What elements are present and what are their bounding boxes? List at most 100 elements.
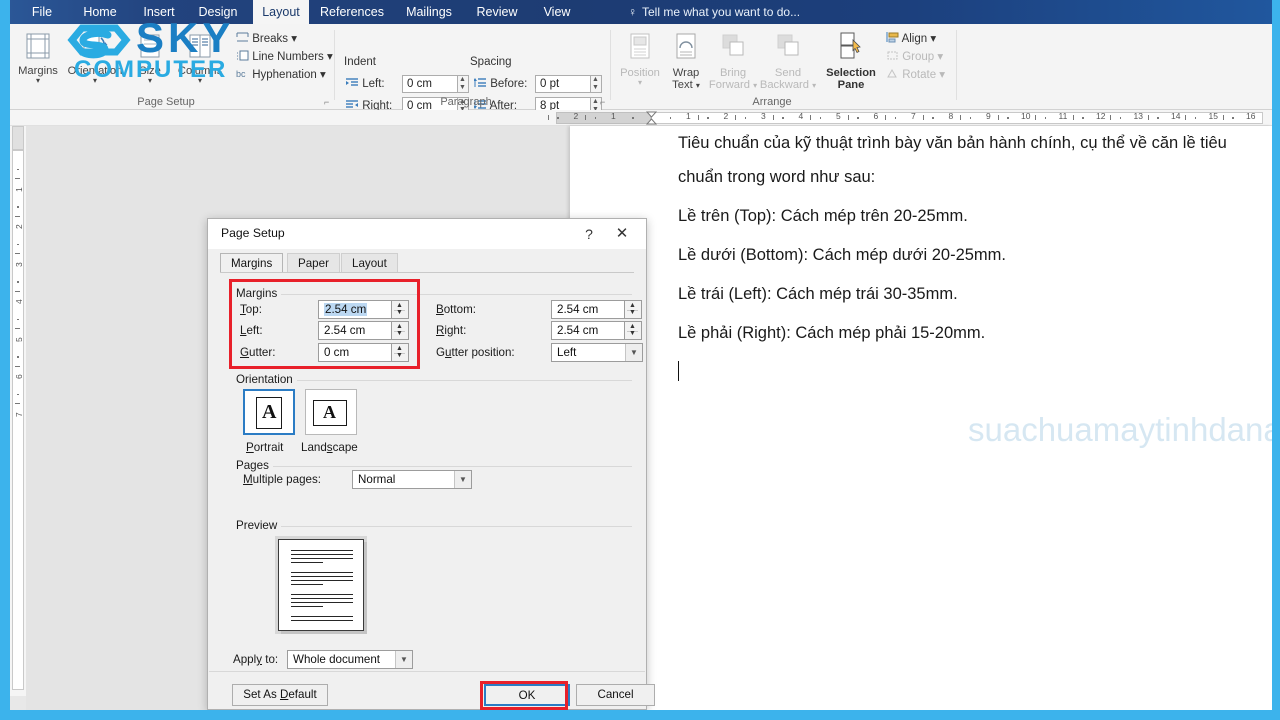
- tab-mailings[interactable]: Mailings: [398, 0, 460, 24]
- page-setup-dialog[interactable]: Page Setup ? ✕ Margins Paper Layout Marg…: [207, 218, 655, 710]
- group-label-paragraph: Paragraph: [440, 96, 492, 108]
- document-page[interactable]: suachuamaytinhdanang.com Tiêu chuẩn của …: [570, 126, 1272, 710]
- page-setup-dialog-launcher[interactable]: ⌐: [324, 97, 329, 107]
- tab-review[interactable]: Review: [470, 0, 524, 24]
- chevron-down-icon: ▾: [930, 33, 937, 45]
- tab-view[interactable]: View: [535, 0, 579, 24]
- spacing-before-input[interactable]: 0 pt: [535, 75, 591, 93]
- tab-layout[interactable]: Layout: [253, 0, 309, 24]
- ruler-dot: [1157, 117, 1159, 119]
- paragraph-dialog-launcher[interactable]: ⌐: [600, 97, 605, 107]
- ribbon-rotate-button[interactable]: Rotate ▾: [886, 68, 945, 83]
- ruler-dot: [782, 117, 784, 119]
- tell-me-search-box[interactable]: ♀ Tell me what you want to do...: [628, 0, 800, 24]
- tab-file[interactable]: File: [18, 0, 66, 24]
- ruler-dot: [969, 117, 972, 119]
- vruler-dot: [17, 168, 19, 171]
- ribbon-bring-forward-button[interactable]: Bring Forward ▾: [708, 32, 758, 92]
- ribbon-size-button[interactable]: Size ▾: [130, 32, 170, 85]
- stepper-down-icon[interactable]: ▼: [625, 330, 640, 338]
- doc-line-1: Tiêu chuẩn của kỹ thuật trình bày văn bả…: [678, 134, 1227, 152]
- vruler-number: 2: [14, 224, 24, 229]
- stepper-up-icon[interactable]: ▲: [591, 98, 600, 106]
- pages-group-title: Pages: [232, 459, 273, 472]
- spacing-before-label: Before:: [473, 78, 527, 90]
- tab-home[interactable]: Home: [72, 0, 128, 24]
- margin-top-label: Top:: [240, 303, 262, 316]
- multiple-pages-select[interactable]: Normal ▼: [352, 470, 472, 489]
- ribbon-columns-button[interactable]: Columns ▾: [172, 32, 228, 85]
- close-icon[interactable]: ✕: [610, 223, 634, 245]
- dialog-tab-margins[interactable]: Margins: [220, 253, 284, 273]
- tab-references[interactable]: References: [315, 0, 389, 24]
- ruler-tick: [1222, 115, 1224, 120]
- gutter-position-select[interactable]: Left ▼: [551, 343, 643, 362]
- ok-button[interactable]: OK: [484, 684, 570, 706]
- ribbon-hyphenation-button[interactable]: bc Hyphenation ▾: [236, 68, 326, 83]
- ruler-indent-markers[interactable]: [645, 111, 658, 125]
- indent-left-input[interactable]: 0 cm: [402, 75, 458, 93]
- breaks-label: Breaks: [252, 33, 288, 45]
- indent-left-stepper[interactable]: ▲ ▼: [458, 75, 469, 93]
- vruler-tick: [15, 328, 20, 330]
- margin-right-input[interactable]: 2.54 cm: [551, 321, 625, 340]
- margin-top-stepper[interactable]: ▲ ▼: [392, 300, 409, 319]
- set-as-default-button[interactable]: Set As Default: [232, 684, 328, 706]
- ribbon-align-button[interactable]: Align ▾: [886, 32, 936, 47]
- margin-top-input[interactable]: 2.54 cm: [318, 300, 392, 319]
- margin-left-stepper[interactable]: ▲ ▼: [392, 321, 409, 340]
- group-separator: [334, 30, 335, 100]
- horizontal-ruler[interactable]: 2 1 1 2 3 4 5 6 7 8 9 10 11 12 13 14 15 16: [10, 110, 1272, 126]
- ruler-number: 2: [573, 111, 579, 121]
- stepper-down-icon[interactable]: ▼: [392, 330, 407, 338]
- margin-bottom-stepper[interactable]: ▲ ▼: [625, 300, 642, 319]
- chevron-down-icon[interactable]: ▼: [625, 344, 642, 361]
- margin-left-input[interactable]: 2.54 cm: [318, 321, 392, 340]
- ribbon-margins-button[interactable]: Margins ▾: [14, 32, 62, 85]
- ribbon-position-button[interactable]: Position ▾: [616, 32, 664, 87]
- hyphenation-label: Hyphenation: [252, 69, 317, 81]
- tab-design[interactable]: Design: [190, 0, 246, 24]
- ruler-number: 13: [1133, 111, 1143, 121]
- orientation-landscape-button[interactable]: A: [305, 389, 357, 435]
- wrap-text-label1: Wrap: [672, 67, 700, 79]
- vruler-dot: [17, 393, 19, 396]
- ribbon-group-button[interactable]: Group ▾: [886, 50, 943, 65]
- dialog-tab-layout[interactable]: Layout: [341, 253, 398, 273]
- orientation-portrait-button[interactable]: A: [243, 389, 295, 435]
- stepper-down-icon[interactable]: ▼: [458, 84, 467, 92]
- vruler-tick: [15, 215, 20, 217]
- ribbon-orientation-button[interactable]: Orientation ▾: [64, 32, 126, 85]
- chevron-down-icon[interactable]: ▼: [454, 471, 471, 488]
- stepper-down-icon[interactable]: ▼: [392, 309, 407, 317]
- stepper-up-icon[interactable]: ▲: [591, 76, 600, 84]
- ruler-tick: [847, 115, 849, 120]
- tab-insert[interactable]: Insert: [134, 0, 184, 24]
- apply-to-label: Apply to:: [233, 653, 279, 666]
- margin-gutter-stepper[interactable]: ▲ ▼: [392, 343, 409, 362]
- ribbon-breaks-button[interactable]: Breaks ▾: [236, 32, 297, 47]
- stepper-down-icon[interactable]: ▼: [392, 352, 407, 360]
- stepper-down-icon[interactable]: ▼: [625, 309, 640, 317]
- ribbon-selection-pane-button[interactable]: Selection Pane: [820, 32, 882, 91]
- stepper-up-icon[interactable]: ▲: [458, 76, 467, 84]
- cancel-button[interactable]: Cancel: [576, 684, 655, 706]
- ribbon-wrap-text-button[interactable]: Wrap Text ▾: [664, 32, 708, 92]
- ruler-dot: [819, 117, 822, 119]
- spacing-before-stepper[interactable]: ▲ ▼: [591, 75, 602, 93]
- margin-bottom-input[interactable]: 2.54 cm: [551, 300, 625, 319]
- dialog-title-bar: Page Setup ? ✕: [208, 219, 646, 249]
- vertical-ruler[interactable]: 1 2 3 4 5 6 7: [10, 126, 26, 696]
- stepper-down-icon[interactable]: ▼: [591, 84, 600, 92]
- dialog-tab-paper[interactable]: Paper: [287, 253, 340, 273]
- group-separator: [956, 30, 957, 100]
- help-icon[interactable]: ?: [578, 223, 600, 245]
- margin-gutter-input[interactable]: 0 cm: [318, 343, 392, 362]
- vruler-number: 5: [14, 336, 24, 342]
- ribbon-line-numbers-button[interactable]: Line Numbers ▾: [236, 50, 333, 65]
- doc-line-5: Lề trái (Left): Cách mép trái 30-35mm.: [678, 285, 958, 303]
- chevron-down-icon[interactable]: ▼: [395, 651, 412, 668]
- apply-to-select[interactable]: Whole document ▼: [287, 650, 413, 669]
- margin-right-stepper[interactable]: ▲ ▼: [625, 321, 642, 340]
- ribbon-send-backward-button[interactable]: Send Backward ▾: [758, 32, 818, 92]
